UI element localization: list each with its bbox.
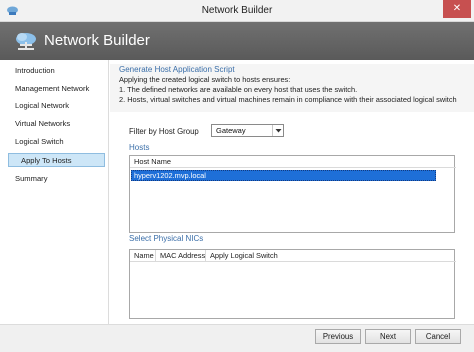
next-button[interactable]: Next	[365, 329, 411, 344]
table-row[interactable]: hyperv1202.mvp.local	[131, 170, 436, 181]
sidebar-item-logical-switch[interactable]: Logical Switch	[15, 135, 64, 149]
sidebar-item-apply-to-hosts[interactable]: Apply To Hosts	[8, 153, 105, 167]
window-title-bar[interactable]: Network Builder ✕	[0, 0, 474, 22]
page-heading: Generate Host Application Script	[119, 65, 235, 74]
wizard-footer: Previous Next Cancel	[0, 324, 474, 352]
column-header-apply-logical-switch[interactable]: Apply Logical Switch	[206, 250, 456, 262]
description-line: 1. The defined networks are available on…	[119, 85, 358, 94]
network-cloud-icon	[14, 30, 38, 52]
description-line: Applying the created logical switch to h…	[119, 75, 291, 84]
physical-nics-heading: Select Physical NICs	[129, 234, 204, 243]
sidebar-item-virtual-networks[interactable]: Virtual Networks	[15, 117, 70, 131]
hosts-list[interactable]: Host Name hyperv1202.mvp.local	[129, 155, 456, 233]
filter-host-group-label: Filter by Host Group	[129, 127, 199, 136]
column-header-host-name[interactable]: Host Name	[130, 156, 456, 168]
previous-button[interactable]: Previous	[315, 329, 361, 344]
sidebar-item-logical-network[interactable]: Logical Network	[15, 99, 69, 113]
physical-nics-list[interactable]: Name MAC Address Apply Logical Switch	[129, 249, 456, 319]
host-group-dropdown[interactable]: Gateway	[211, 124, 284, 137]
sidebar-item-introduction[interactable]: Introduction	[15, 64, 55, 78]
cancel-button[interactable]: Cancel	[415, 329, 461, 344]
sidebar-item-management-network[interactable]: Management Network	[15, 82, 89, 96]
window-title: Network Builder	[201, 5, 273, 16]
wizard-steps-sidebar: Introduction Management Network Logical …	[0, 60, 109, 324]
column-header-name[interactable]: Name	[130, 250, 156, 262]
banner-title: Network Builder	[44, 32, 150, 49]
sidebar-item-summary[interactable]: Summary	[15, 172, 48, 186]
description-line: 2. Hosts, virtual switches and virtual m…	[119, 95, 457, 104]
close-button[interactable]: ✕	[443, 0, 471, 18]
main-content: Generate Host Application Script Applyin…	[110, 60, 474, 324]
column-header-mac-address[interactable]: MAC Address	[156, 250, 206, 262]
host-group-selected-value: Gateway	[216, 126, 246, 135]
chevron-down-icon[interactable]	[272, 125, 283, 136]
wizard-banner: Network Builder	[0, 22, 474, 60]
hosts-heading: Hosts	[129, 143, 150, 152]
